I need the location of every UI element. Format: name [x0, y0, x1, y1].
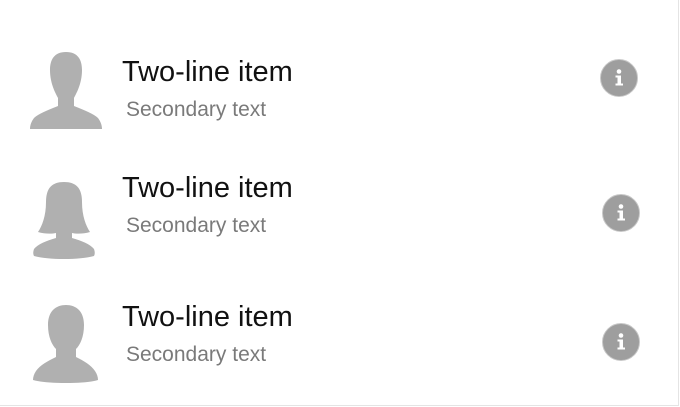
item-secondary-text: Secondary text — [126, 98, 267, 121]
item-secondary-text: Secondary text — [126, 343, 267, 366]
female-person-icon — [28, 178, 104, 262]
item-primary-text: Two-line item — [122, 301, 293, 333]
info-button[interactable] — [600, 59, 638, 97]
info-icon — [617, 204, 625, 221]
info-icon — [617, 333, 625, 350]
list-item[interactable]: Two-line item Secondary text — [0, 22, 678, 132]
item-primary-text: Two-line item — [122, 56, 293, 88]
two-line-list: Two-line item Secondary text Two-line it… — [0, 0, 679, 406]
male-person-icon — [28, 50, 104, 134]
item-primary-text: Two-line item — [122, 172, 293, 204]
item-secondary-text: Secondary text — [126, 214, 267, 237]
male-person-icon — [28, 303, 104, 387]
info-icon — [615, 69, 623, 86]
list-item[interactable]: Two-line item Secondary text — [0, 270, 678, 383]
info-button[interactable] — [602, 323, 640, 361]
list-item[interactable]: Two-line item Secondary text — [0, 140, 678, 259]
info-button[interactable] — [602, 194, 640, 232]
